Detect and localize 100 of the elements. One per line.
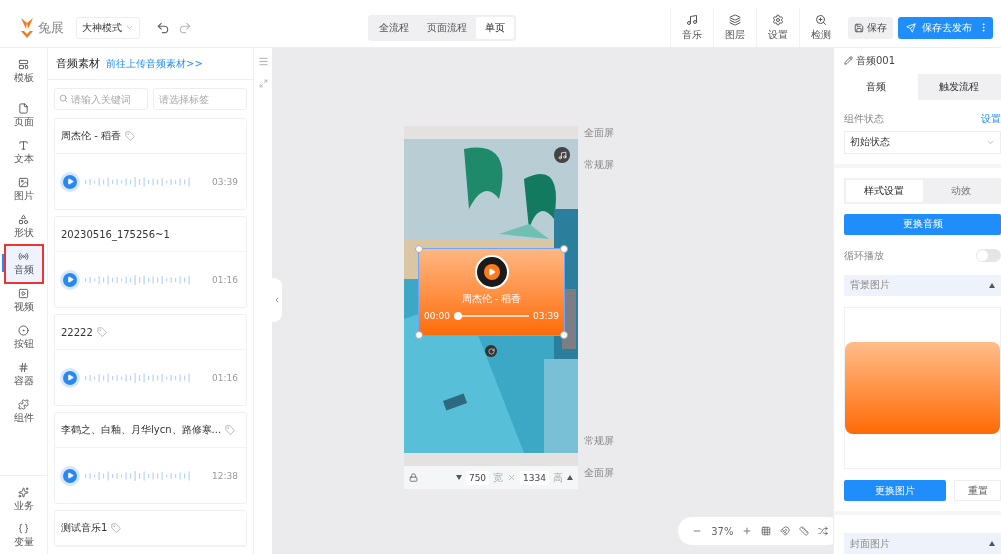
tag-icon bbox=[124, 131, 135, 141]
style-tab[interactable]: 样式设置 bbox=[846, 179, 923, 202]
rail-item[interactable]: 按钮 bbox=[5, 320, 42, 356]
width-field[interactable]: 750 bbox=[465, 470, 490, 485]
tag-select[interactable]: 请选择标签 bbox=[153, 88, 247, 110]
play-button[interactable] bbox=[63, 370, 77, 385]
duration: 12:38 bbox=[212, 470, 238, 481]
magnet-icon[interactable] bbox=[779, 526, 790, 536]
resize-handle[interactable] bbox=[415, 331, 423, 339]
rail-item[interactable]: 页面 bbox=[5, 98, 42, 134]
tag-icon bbox=[96, 327, 107, 337]
style-tab[interactable]: 动效 bbox=[922, 179, 999, 202]
shuffle-icon[interactable] bbox=[817, 526, 828, 536]
rail-item[interactable]: 组件 bbox=[5, 394, 42, 430]
component-icon bbox=[18, 399, 29, 410]
rail-item[interactable]: 文本 bbox=[5, 135, 42, 171]
shape-icon bbox=[18, 214, 29, 225]
play-button[interactable] bbox=[63, 272, 77, 287]
expand-icon[interactable] bbox=[258, 79, 268, 88]
toolbar-button[interactable]: 图层 bbox=[713, 8, 756, 47]
collapse-handle[interactable] bbox=[272, 278, 282, 322]
pencil-icon[interactable] bbox=[844, 56, 853, 66]
progress-thumb[interactable] bbox=[453, 312, 462, 320]
tag-icon bbox=[225, 425, 236, 435]
play-icon bbox=[66, 276, 74, 283]
caret-up-icon[interactable] bbox=[567, 475, 573, 480]
field-label: 组件状态 bbox=[844, 111, 884, 126]
menu-icon[interactable] bbox=[257, 56, 269, 67]
undo-icon[interactable] bbox=[156, 20, 170, 35]
send-icon bbox=[906, 22, 916, 33]
text-icon bbox=[18, 140, 29, 151]
tag-icon bbox=[111, 523, 122, 533]
inspector-tab[interactable]: 触发流程 bbox=[917, 73, 1001, 100]
settings-link[interactable]: 设置 bbox=[981, 111, 1001, 126]
redo-icon[interactable] bbox=[178, 20, 192, 35]
reset-button[interactable]: 重置 bbox=[954, 480, 1001, 502]
audio-card[interactable]: 22222 01:16 bbox=[54, 314, 247, 406]
audio-icon bbox=[18, 251, 29, 262]
height-field[interactable]: 1334 bbox=[520, 470, 549, 485]
image-icon bbox=[18, 177, 29, 188]
rail-item[interactable]: 容器 bbox=[5, 357, 42, 393]
song-title: 周杰伦 - 稻香 bbox=[461, 292, 522, 306]
waveform-icon bbox=[85, 273, 193, 286]
container-icon bbox=[18, 362, 29, 373]
duration: 01:16 bbox=[212, 372, 238, 383]
play-icon bbox=[66, 472, 74, 479]
audio-name: 李鹤之、白釉、月华lycn、路修寒... bbox=[61, 423, 222, 437]
play-icon bbox=[66, 374, 74, 381]
rail-item[interactable]: 视频 bbox=[5, 283, 42, 319]
toolbar-button[interactable]: 检测 bbox=[799, 8, 842, 47]
audio-card[interactable]: 20230516_175256~1 01:16 bbox=[54, 216, 247, 308]
save-icon bbox=[854, 22, 864, 33]
rail-item[interactable]: 业务 bbox=[5, 482, 42, 518]
toolbar-button[interactable]: 音乐 bbox=[670, 8, 713, 47]
waveform-icon bbox=[85, 469, 193, 482]
play-button[interactable] bbox=[63, 174, 77, 189]
search-field[interactable]: 请输入关键词 bbox=[54, 88, 148, 110]
chevron-down-icon bbox=[125, 23, 134, 32]
rail-item[interactable]: 变量 bbox=[5, 518, 42, 554]
resize-handle[interactable] bbox=[415, 245, 423, 253]
lock-icon[interactable] bbox=[409, 473, 418, 482]
grid-icon[interactable] bbox=[761, 526, 772, 536]
screen-label: 全面屏 bbox=[584, 466, 614, 480]
audio-card[interactable]: 李鹤之、白釉、月华lycn、路修寒... 12:38 bbox=[54, 412, 247, 504]
caret-down-icon[interactable] bbox=[455, 475, 462, 480]
rail-item[interactable]: 模板 bbox=[5, 54, 42, 90]
play-button[interactable] bbox=[63, 468, 77, 483]
screen-label: 常规屏 bbox=[584, 158, 614, 172]
view-tab[interactable]: 页面流程 bbox=[418, 16, 476, 39]
rail-item[interactable]: 音频 bbox=[5, 246, 42, 282]
unit-label: 高 bbox=[553, 470, 563, 485]
ruler-icon[interactable] bbox=[798, 526, 809, 536]
rail-item[interactable]: 形状 bbox=[5, 209, 42, 245]
mode-select[interactable]: 大神模式 bbox=[76, 16, 140, 39]
current-time: 00:00 bbox=[424, 311, 450, 321]
resize-handle[interactable] bbox=[560, 245, 568, 253]
template-icon bbox=[18, 59, 29, 70]
panel-title: 音频素材 bbox=[56, 56, 100, 71]
waveform-icon bbox=[85, 371, 193, 384]
button-icon bbox=[18, 325, 29, 336]
view-tab[interactable]: 单页 bbox=[476, 16, 514, 39]
total-time: 03:39 bbox=[533, 311, 559, 321]
upload-link[interactable]: 前往上传音频素材>> bbox=[106, 56, 203, 71]
waveform-icon bbox=[85, 175, 193, 188]
audio-name: 22222 bbox=[61, 326, 93, 338]
loop-toggle[interactable] bbox=[976, 249, 1001, 263]
zoom-in-icon[interactable] bbox=[742, 526, 753, 536]
toolbar-button[interactable]: 设置 bbox=[756, 8, 799, 47]
rabbit-logo-icon bbox=[18, 16, 36, 39]
rail-item[interactable]: 图片 bbox=[5, 172, 42, 208]
view-tab[interactable]: 全流程 bbox=[370, 16, 418, 39]
unit-label: 宽 bbox=[493, 470, 504, 485]
save-button[interactable]: 保存 bbox=[848, 16, 893, 39]
video-icon bbox=[18, 288, 29, 299]
component-name: 音频001 bbox=[856, 53, 896, 68]
state-select[interactable]: 初始状态 bbox=[844, 130, 1001, 154]
resize-handle[interactable] bbox=[560, 331, 568, 339]
audio-card[interactable]: 周杰伦 - 稻香 03:39 bbox=[54, 118, 247, 210]
audio-card[interactable]: 测试音乐1 bbox=[54, 510, 247, 547]
audio-name: 测试音乐1 bbox=[61, 521, 108, 535]
